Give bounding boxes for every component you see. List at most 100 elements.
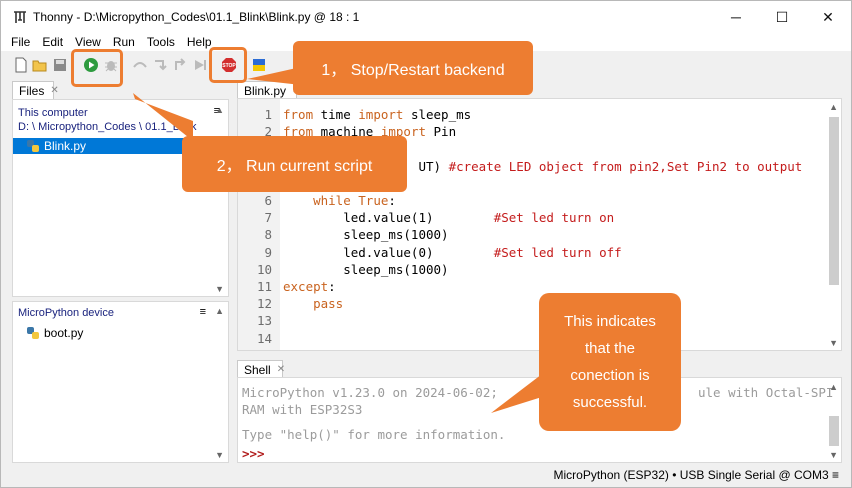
this-computer-label: This computer: [18, 107, 88, 119]
keyword-token: pass: [313, 296, 344, 312]
scroll-down-icon[interactable]: ▼: [215, 284, 224, 294]
code-token: led.value(0): [283, 244, 494, 260]
interpreter-status[interactable]: MicroPython (ESP32) • USB Single Serial …: [554, 468, 839, 482]
shell-scrollbar[interactable]: [829, 416, 839, 446]
code-token: time: [313, 107, 359, 122]
thonny-app-icon: [13, 10, 27, 24]
menu-run[interactable]: Run: [107, 35, 141, 49]
window-title: Thonny - D:\Micropython_Codes\01.1_Blink…: [33, 10, 360, 24]
keyword-token: from: [283, 107, 314, 122]
run-button-highlight: [71, 49, 123, 87]
scroll-down-icon[interactable]: ▼: [829, 338, 838, 348]
line-number: 10: [256, 261, 272, 277]
tab-files[interactable]: Files ✕: [12, 81, 59, 99]
scroll-up-icon[interactable]: ▲: [829, 382, 838, 392]
comment-token: #Set led turn off: [493, 244, 622, 260]
tab-blink-py[interactable]: Blink.py✕: [237, 81, 300, 99]
code-token: led.value(1): [283, 210, 494, 226]
tab-shell[interactable]: Shell ✕: [237, 360, 285, 378]
code-line: led.value(1) #Set led turn on: [283, 210, 614, 225]
save-icon[interactable]: [52, 57, 68, 73]
scroll-down-icon[interactable]: ▼: [829, 450, 838, 460]
close-window-button[interactable]: ✕: [805, 1, 851, 33]
maximize-button[interactable]: ☐: [759, 1, 805, 33]
code-line: from time import sleep_ms: [283, 107, 471, 122]
new-file-icon[interactable]: [13, 57, 29, 73]
pane-menu-icon[interactable]: ≡: [200, 306, 206, 318]
code-token: sleep_ms(1000): [283, 261, 449, 277]
device-file-row[interactable]: boot.py: [26, 325, 83, 341]
status-bar: MicroPython (ESP32) • USB Single Serial …: [1, 464, 851, 486]
step-out-icon[interactable]: [172, 57, 188, 73]
device-pane: MicroPython device ≡ boot.py ▲ ▼: [12, 301, 229, 463]
python-file-icon: [26, 326, 40, 340]
resume-icon[interactable]: [192, 57, 208, 73]
code-line: except:: [283, 279, 336, 294]
file-name: Blink.py: [44, 139, 87, 153]
code-line: sleep_ms(1000): [283, 227, 449, 243]
step-over-icon[interactable]: [132, 57, 148, 73]
shell-banner-line2: RAM with ESP32S3: [242, 402, 363, 417]
code-token: Pin: [426, 124, 457, 140]
tab-files-label: Files: [19, 83, 45, 98]
line-number: 8: [264, 227, 272, 243]
comment-token: #create LED object from pin2,Set Pin2 to…: [448, 158, 803, 174]
device-label: MicroPython device: [18, 307, 114, 319]
close-icon[interactable]: ✕: [50, 85, 58, 96]
scroll-up-icon[interactable]: ▲: [829, 102, 838, 112]
scroll-down-icon[interactable]: ▼: [215, 450, 224, 460]
keyword-token: True: [358, 193, 389, 208]
tab-shell-label: Shell: [244, 362, 271, 377]
code-line: led.value(0) #Set led turn off: [283, 244, 622, 260]
line-number: 12: [256, 296, 272, 312]
current-path: D: \ Micropython_Codes \ 01.1_Blink: [18, 121, 197, 133]
code-token: sleep_ms: [403, 107, 472, 122]
keyword-token: while: [313, 193, 351, 208]
code-line: sleep_ms(1000): [283, 261, 449, 277]
comment-token: #Set led turn on: [493, 210, 615, 226]
line-number: 7: [264, 210, 272, 226]
open-folder-icon[interactable]: [32, 57, 48, 73]
scroll-up-icon[interactable]: ▲: [215, 105, 224, 115]
line-number: 13: [256, 313, 272, 329]
selected-file-row[interactable]: Blink.py: [13, 138, 203, 154]
shell-banner-line1: MicroPython v1.23.0 on 2024-06-02;: [242, 385, 498, 400]
file-name: boot.py: [44, 326, 84, 340]
line-number: 9: [264, 244, 272, 260]
code-line: pass: [283, 296, 343, 311]
menu-edit[interactable]: Edit: [36, 35, 69, 49]
line-number: 14: [256, 330, 272, 346]
menu-tools[interactable]: Tools: [141, 35, 181, 49]
shell-prompt[interactable]: >>>: [242, 446, 265, 461]
code-token: :: [388, 193, 396, 208]
code-token: :: [328, 279, 336, 294]
line-number: 6: [264, 193, 272, 208]
shell-banner-line1-end: ule with Octal-SPI: [698, 385, 834, 400]
callout-run-script: 2， Run current script: [182, 136, 407, 192]
line-number: 11: [256, 279, 272, 294]
scroll-up-icon[interactable]: ▲: [215, 306, 224, 316]
keyword-token: except: [283, 279, 329, 294]
code-line: while True:: [283, 193, 396, 208]
tab-editor-label: Blink.py: [244, 83, 287, 98]
step-into-icon[interactable]: [152, 57, 168, 73]
menu-view[interactable]: View: [69, 35, 107, 49]
keyword-token: import: [358, 107, 404, 122]
files-pane: This computer ≡ D: \ Micropython_Codes \…: [12, 99, 229, 297]
close-icon[interactable]: ✕: [277, 364, 285, 375]
minimize-button[interactable]: ─: [713, 1, 759, 33]
stop-button-highlight: [209, 47, 247, 83]
shell-help-line: Type "help()" for more information.: [242, 427, 506, 442]
line-number: 1: [264, 107, 272, 122]
python-file-icon: [26, 139, 40, 153]
support-ukraine-icon[interactable]: [251, 57, 267, 73]
thonny-window: Thonny - D:\Micropython_Codes\01.1_Blink…: [0, 0, 852, 488]
editor-scrollbar[interactable]: [829, 117, 839, 285]
title-bar: Thonny - D:\Micropython_Codes\01.1_Blink…: [1, 1, 851, 33]
callout-connection-success: This indicates that the conection is suc…: [539, 293, 681, 431]
callout-stop-restart: 1， Stop/Restart backend: [293, 41, 533, 95]
menu-file[interactable]: File: [5, 35, 36, 49]
code-token: sleep_ms(1000): [283, 227, 449, 243]
